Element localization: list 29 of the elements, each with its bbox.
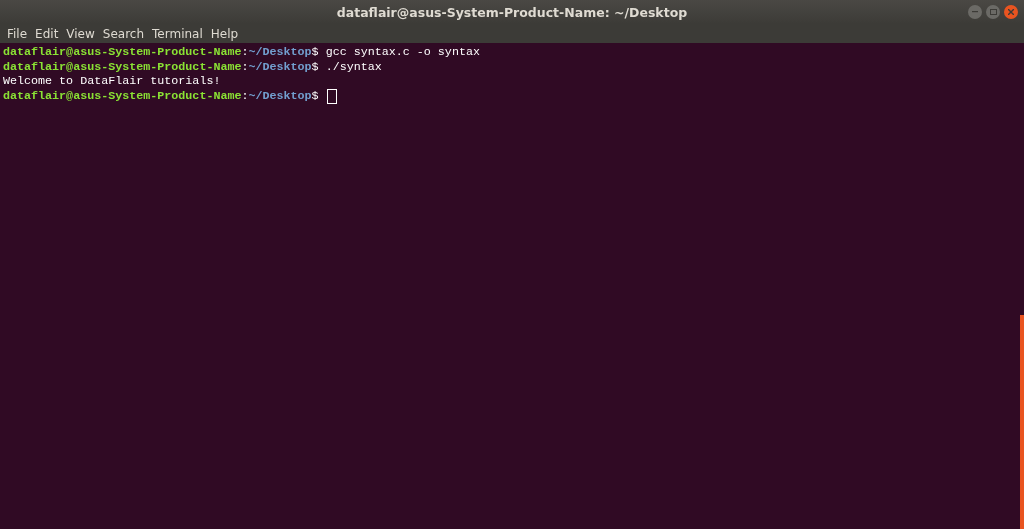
menu-item[interactable]: Terminal (148, 26, 207, 41)
prompt-user-host: dataflair@asus-System-Product-Name (3, 88, 242, 104)
menu-item[interactable]: Search (98, 26, 149, 41)
maximize-icon (989, 9, 997, 15)
prompt-dollar: $ (311, 88, 319, 104)
close-icon (1008, 9, 1014, 15)
menu-item[interactable]: Edit (31, 26, 63, 41)
menu-item[interactable]: Help (206, 26, 243, 41)
prompt-path: ~/Desktop (248, 88, 312, 104)
output-text: Welcome to DataFlair tutorials! (3, 74, 221, 89)
prompt-dollar: $ (311, 59, 319, 75)
menu-item[interactable]: View (62, 26, 99, 41)
prompt-user-host: dataflair@asus-System-Product-Name (3, 59, 242, 75)
close-button[interactable] (1004, 5, 1018, 19)
minimize-icon (972, 11, 978, 13)
minimize-button[interactable] (968, 5, 982, 19)
command-text: gcc syntax.c -o syntax (325, 45, 480, 60)
prompt-path: ~/Desktop (248, 45, 312, 60)
command-text: ./syntax (325, 59, 382, 75)
menu-item[interactable]: File (3, 26, 32, 41)
maximize-button[interactable] (986, 5, 1000, 19)
prompt-colon: : (241, 59, 249, 75)
scrollbar[interactable] (1020, 315, 1024, 529)
window-title: dataflair@asus-System-Product-Name: ~/Desktop (336, 4, 688, 20)
prompt-colon: : (241, 45, 249, 60)
prompt-dollar: $ (311, 45, 319, 60)
prompt-user-host: dataflair@asus-System-Product-Name (3, 45, 242, 60)
prompt-colon: : (241, 88, 249, 104)
prompt-path: ~/Desktop (248, 59, 312, 75)
